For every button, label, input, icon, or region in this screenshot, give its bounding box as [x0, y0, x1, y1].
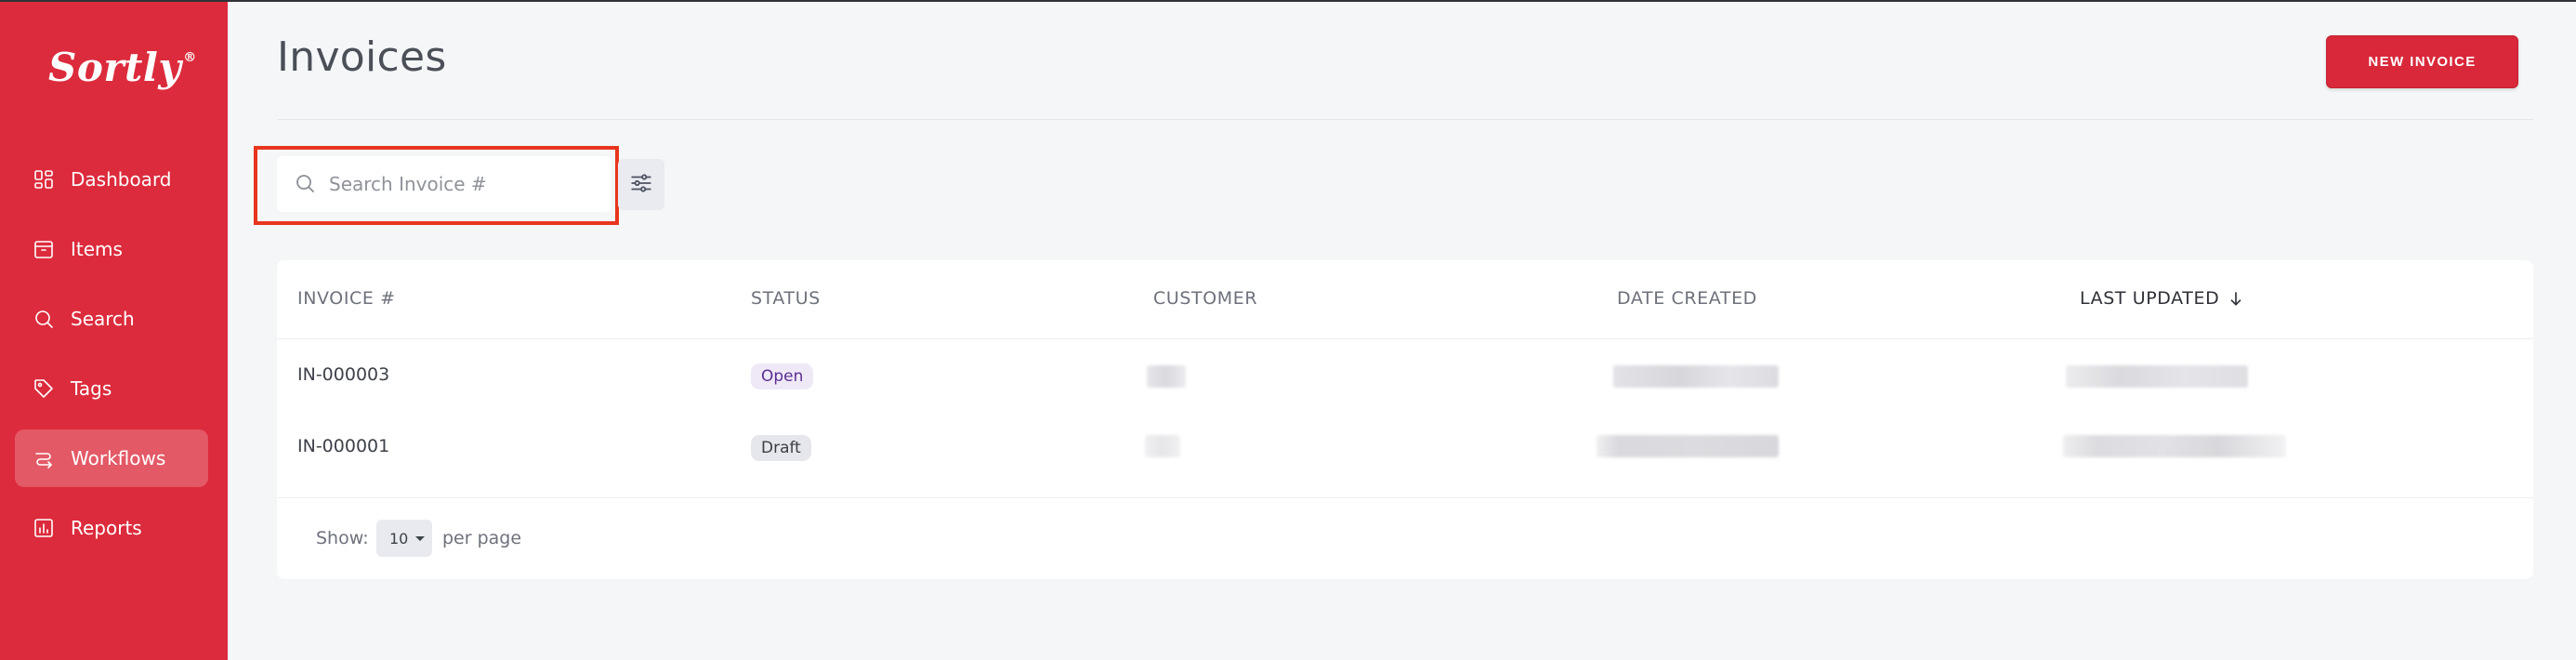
column-header-label: LAST UPDATED: [2080, 288, 2220, 309]
show-label: Show:: [316, 528, 369, 548]
column-header-customer[interactable]: CUSTOMER: [1153, 288, 1257, 309]
reports-icon: [32, 516, 56, 540]
search-input[interactable]: [329, 173, 598, 195]
sidebar-item-label: Workflows: [71, 447, 166, 469]
sidebar-item-tags[interactable]: Tags: [15, 360, 208, 417]
sidebar-item-label: Items: [71, 238, 123, 260]
dashboard-icon: [32, 167, 56, 191]
filter-button[interactable]: [618, 159, 664, 210]
per-page-label: per page: [442, 528, 522, 548]
per-page-value: 10: [389, 529, 409, 548]
sidebar-item-items[interactable]: Items: [15, 220, 208, 278]
status-badge: Open: [751, 363, 814, 389]
table-row[interactable]: IN-000003 Open: [277, 339, 2533, 410]
window-top-border: [0, 0, 2576, 2]
registered-mark: ®: [183, 50, 197, 65]
redacted-customer: [1147, 365, 1186, 388]
search-icon: [32, 307, 56, 331]
search-icon: [294, 172, 318, 196]
redacted-date-created: [1613, 365, 1779, 388]
column-header-invoice[interactable]: INVOICE #: [297, 288, 396, 309]
redacted-last-updated: [2066, 365, 2248, 388]
search-box[interactable]: [277, 156, 611, 212]
footer-divider: [277, 497, 2533, 498]
logo-text: Sortly: [48, 45, 182, 90]
sliders-icon: [629, 171, 653, 199]
invoice-number[interactable]: IN-000003: [297, 364, 389, 385]
header-divider: [277, 119, 2533, 120]
per-page-select[interactable]: 10: [376, 520, 432, 557]
redacted-customer: [1145, 435, 1180, 457]
new-invoice-button[interactable]: NEW INVOICE: [2326, 35, 2518, 88]
column-header-status[interactable]: STATUS: [751, 288, 821, 309]
table-row[interactable]: IN-000001 Draft: [277, 411, 2533, 482]
page-title: Invoices: [277, 33, 447, 81]
sidebar-item-workflows[interactable]: Workflows: [15, 429, 208, 487]
sidebar-item-reports[interactable]: Reports: [15, 499, 208, 557]
redacted-date-created: [1597, 435, 1779, 457]
invoices-table-card: INVOICE # STATUS CUSTOMER DATE CREATED L…: [277, 260, 2533, 579]
workflows-icon: [32, 446, 56, 470]
items-icon: [32, 237, 56, 261]
sortly-logo[interactable]: Sortly ®: [48, 45, 197, 90]
column-header-last-updated[interactable]: LAST UPDATED: [2080, 288, 2245, 309]
sort-descending-icon: [2230, 292, 2241, 306]
sidebar-item-label: Tags: [71, 377, 112, 400]
sidebar-item-search[interactable]: Search: [15, 290, 208, 348]
tag-icon: [32, 376, 56, 401]
sidebar: Sortly ® Dashboard Items Search Tags Work…: [0, 2, 228, 660]
column-header-date-created[interactable]: DATE CREATED: [1617, 288, 1757, 309]
status-badge: Draft: [751, 435, 811, 461]
redacted-last-updated: [2063, 435, 2286, 457]
chevron-down-icon: [415, 536, 425, 541]
invoice-number[interactable]: IN-000001: [297, 436, 389, 456]
sidebar-item-label: Dashboard: [71, 168, 172, 191]
sidebar-item-dashboard[interactable]: Dashboard: [15, 151, 208, 208]
sidebar-item-label: Reports: [71, 517, 142, 539]
sidebar-item-label: Search: [71, 308, 135, 330]
